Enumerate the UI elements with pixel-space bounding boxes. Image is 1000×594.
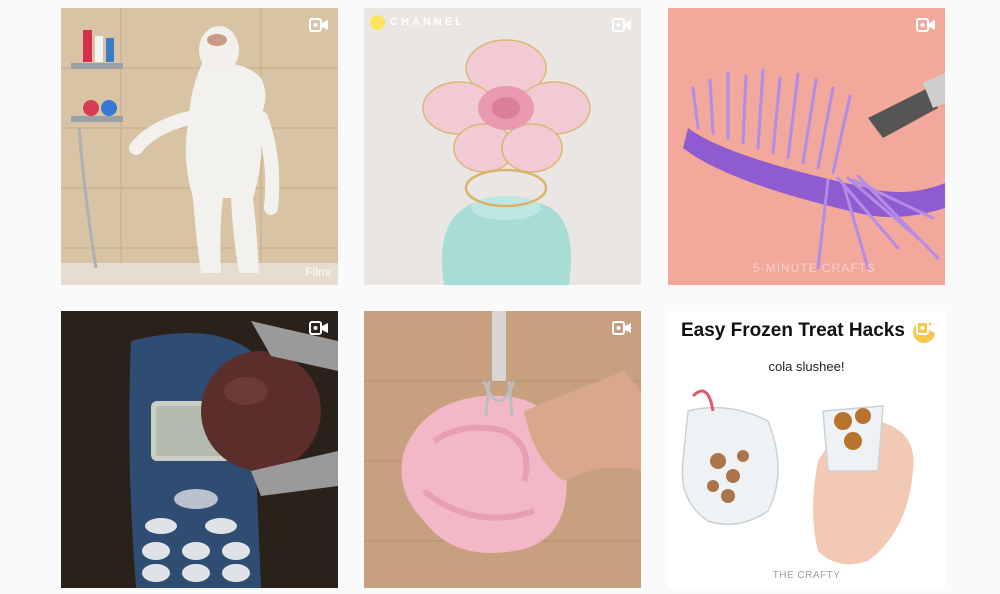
post-tile-toothbrush[interactable]: 5-MINUTE CRAFTS: [668, 8, 945, 285]
cola-slushee-video-thumbnail: [668, 311, 945, 588]
channel-badge: CHANNEL: [370, 13, 465, 31]
video-camera-icon: [916, 18, 935, 32]
post-title: Easy Frozen Treat Hacks: [681, 320, 905, 341]
the-crafty-watermark: THE CRAFTY: [772, 570, 841, 581]
nokia-phone-video-thumbnail: [61, 311, 338, 588]
post-tile-shaving-cream[interactable]: Filmr: [61, 8, 338, 285]
post-tile-frozen-treat-hacks[interactable]: Easy Frozen Treat Hacks cola slushee! TH…: [668, 311, 945, 588]
video-camera-icon: [916, 321, 935, 335]
channel-logo: [370, 14, 385, 30]
post-tile-pink-rose-mixer[interactable]: [364, 311, 641, 588]
channel-watermark: CHANNEL: [390, 16, 465, 28]
post-tile-nokia-phone[interactable]: [61, 311, 338, 588]
video-camera-icon: [612, 18, 631, 32]
post-tile-resin-flower-ring[interactable]: CHANNEL: [364, 8, 641, 285]
video-camera-icon: [309, 18, 328, 32]
toothbrush-video-thumbnail: [668, 8, 945, 285]
filmr-watermark: Filmr: [305, 265, 332, 279]
resin-flower-video-thumbnail: [364, 8, 641, 285]
pink-rose-video-thumbnail: [364, 311, 641, 588]
video-camera-icon: [309, 321, 328, 335]
video-camera-icon: [612, 321, 631, 335]
shaving-cream-video-thumbnail: [61, 8, 338, 285]
post-subtitle: cola slushee!: [768, 359, 845, 374]
five-minute-crafts-watermark: 5-MINUTE CRAFTS: [753, 261, 876, 275]
